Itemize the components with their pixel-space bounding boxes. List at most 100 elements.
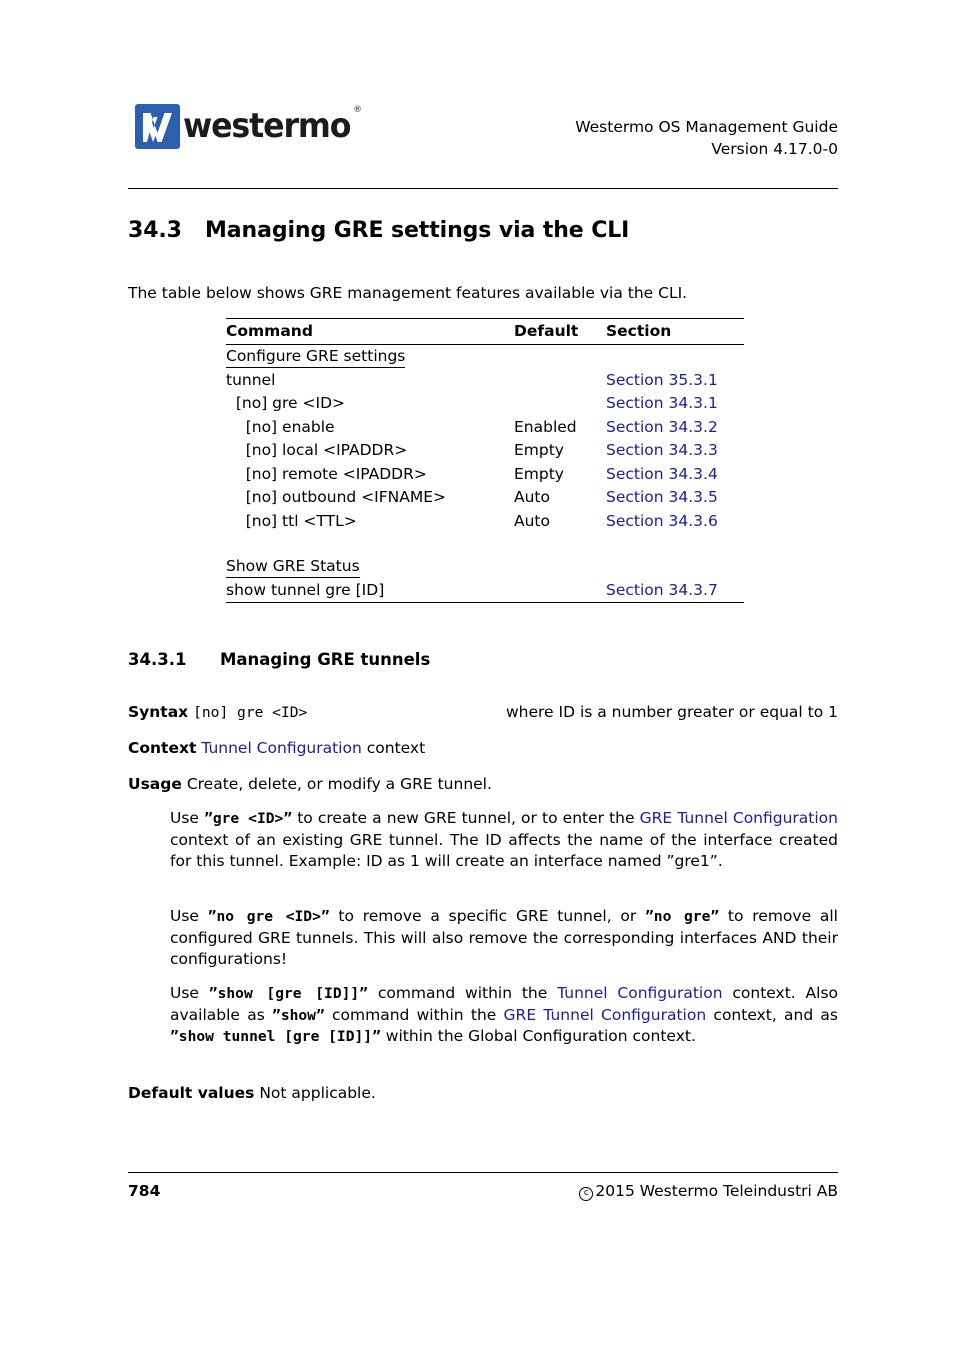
p3-text-4: command within the	[324, 1005, 504, 1024]
p3-text-5: context, and as	[706, 1005, 838, 1024]
p3-text-2: command within the	[367, 984, 558, 1002]
table-cell-default: Enabled	[514, 417, 577, 436]
table-row: show tunnel gre [ID] Section 34.3.7	[226, 579, 744, 603]
p3-text-1: Use	[170, 984, 209, 1002]
table-cell-section-link[interactable]: Section 34.3.5	[606, 486, 744, 510]
usage-paragraph-2: Use ”no gre <ID>” to remove a specific G…	[170, 906, 838, 971]
table-row: [no] remote <IPADDR> Empty Section 34.3.…	[226, 463, 744, 487]
header-title-line2: Version 4.17.0-0	[711, 140, 838, 158]
p1-command-1: ”gre <ID>”	[204, 810, 293, 827]
table-group-header-row: Configure GRE settings	[226, 345, 744, 369]
context-label: Context	[128, 739, 197, 757]
syntax-note: where ID is a number greater or equal to…	[505, 703, 838, 721]
table-cell-section-link[interactable]: Section 35.3.1	[606, 369, 744, 393]
table-header-default: Default	[514, 322, 579, 340]
section-title-text: Managing GRE settings via the CLI	[205, 218, 630, 243]
footer-page-number: 784	[128, 1182, 161, 1200]
table-cell-command: [no] local <IPADDR>	[226, 441, 408, 459]
p2-text-2: to remove a specific GRE tunnel, or	[329, 907, 646, 925]
gre-command-table: Command Default Section Configure GRE se…	[226, 318, 744, 603]
default-values-label: Default values	[128, 1084, 255, 1102]
usage-row: Usage Create, delete, or modify a GRE tu…	[128, 774, 838, 796]
syntax-row: Syntax [no] gre <ID> where ID is a numbe…	[128, 702, 838, 724]
table-cell-command: [no] enable	[226, 417, 335, 436]
p1-text-3: context of an existing GRE tunnel. The I…	[170, 830, 838, 871]
footer-copyright: c 2015 Westermo Teleindustri AB	[579, 1182, 838, 1201]
table-cell-default: Auto	[514, 511, 550, 530]
syntax-label: Syntax	[128, 703, 189, 721]
p1-link-1[interactable]: GRE Tunnel Configuration	[640, 809, 838, 827]
table-spacer	[226, 533, 744, 555]
page-footer: 784 c 2015 Westermo Teleindustri AB	[128, 1182, 838, 1206]
p2-command-2: ”no gre”	[645, 908, 720, 925]
table-header-command: Command	[226, 322, 313, 340]
table-group-header-row: Show GRE Status	[226, 555, 744, 579]
table-cell-command: [no] gre <ID>	[226, 394, 345, 412]
table-cell-section-link[interactable]: Section 34.3.1	[606, 392, 744, 416]
table-cell-section-link[interactable]: Section 34.3.6	[606, 510, 744, 534]
table-cell-default: Auto	[514, 488, 550, 506]
usage-summary: Create, delete, or modify a GRE tunnel.	[186, 775, 492, 793]
table-cell-command: tunnel	[226, 370, 276, 389]
p3-command-3: ”show tunnel [gre [ID]]”	[170, 1028, 381, 1045]
context-tail: context	[361, 739, 426, 757]
group-label-text: Show GRE Status	[226, 556, 360, 578]
registered-trademark-icon: ®	[353, 105, 361, 115]
table-row: [no] outbound <IFNAME> Auto Section 34.3…	[226, 486, 744, 510]
subsection-title-text: Managing GRE tunnels	[220, 650, 431, 669]
table-cell-command: [no] outbound <IFNAME>	[226, 488, 446, 506]
logo-word-text: westermo	[183, 106, 352, 146]
table-group-label-show: Show GRE Status	[226, 555, 514, 579]
default-values-text: Not applicable.	[259, 1084, 376, 1102]
table-cell-default: Empty	[514, 464, 564, 483]
header-divider	[128, 188, 838, 189]
table-row: [no] local <IPADDR> Empty Section 34.3.3	[226, 439, 744, 463]
p2-command-1: ”no gre <ID>”	[207, 908, 330, 925]
usage-paragraph-1: Use ”gre <ID>” to create a new GRE tunne…	[170, 808, 838, 873]
westermo-wordmark: westermo ®	[183, 104, 362, 149]
footer-copyright-text: 2015 Westermo Teleindustri AB	[595, 1182, 838, 1200]
p3-link-2[interactable]: GRE Tunnel Configuration	[504, 1006, 707, 1024]
table-cell-section-link[interactable]: Section 34.3.3	[606, 439, 744, 463]
table-cell-section-link[interactable]: Section 34.3.7	[606, 579, 744, 603]
p1-text-1: Use	[170, 809, 205, 827]
copyright-icon: c	[579, 1187, 594, 1201]
group-label-text: Configure GRE settings	[226, 346, 406, 368]
table-cell-command: [no] remote <IPADDR>	[226, 464, 427, 483]
footer-divider	[128, 1172, 838, 1173]
table-row: [no] enable Enabled Section 34.3.2	[226, 416, 744, 440]
section-intro-paragraph: The table below shows GRE management fea…	[128, 284, 688, 302]
table-cell-section-link[interactable]: Section 34.3.4	[606, 463, 744, 487]
table-bottom-rule	[226, 602, 744, 603]
table-header-section: Section	[606, 322, 672, 340]
p3-link-1[interactable]: Tunnel Configuration	[557, 984, 722, 1002]
header-title: Westermo OS Management Guide Version 4.1…	[575, 116, 838, 160]
p2-text-1: Use	[170, 907, 208, 925]
section-number: 34.3	[128, 218, 182, 243]
westermo-logo-mark-icon	[135, 104, 180, 149]
table-row: [no] ttl <TTL> Auto Section 34.3.6	[226, 510, 744, 534]
usage-paragraph-3: Use ”show [gre [ID]]” command within the…	[170, 983, 838, 1048]
default-values-row: Default values Not applicable.	[128, 1083, 838, 1105]
table-row: tunnel Section 35.3.1	[226, 369, 744, 393]
table-cell-command: [no] ttl <TTL>	[226, 511, 357, 530]
table-cell-section-link[interactable]: Section 34.3.2	[606, 416, 744, 440]
table-cell-command: show tunnel gre [ID]	[226, 580, 385, 599]
section-heading: 34.3 Managing GRE settings via the CLI	[128, 218, 629, 243]
document-page: westermo ® Westermo OS Management Guide V…	[128, 0, 838, 1350]
p3-command-1: ”show [gre [ID]]”	[208, 985, 368, 1002]
header-title-line1: Westermo OS Management Guide	[575, 118, 838, 136]
usage-label: Usage	[128, 775, 182, 793]
westermo-logo: westermo ®	[135, 104, 363, 149]
table-header-row: Command Default Section	[226, 319, 744, 344]
p1-text-2: to create a new GRE tunnel, or to enter …	[292, 809, 640, 827]
p3-command-2: ”show”	[272, 1006, 325, 1024]
subsection-heading: 34.3.1 Managing GRE tunnels	[128, 650, 430, 669]
context-link[interactable]: Tunnel Configuration	[201, 739, 361, 757]
subsection-number: 34.3.1	[128, 650, 187, 669]
context-row: Context Tunnel Configuration context	[128, 738, 838, 760]
p3-text-6: within the Global Configuration context.	[380, 1027, 696, 1045]
table-row: [no] gre <ID> Section 34.3.1	[226, 392, 744, 416]
syntax-command: [no] gre <ID>	[193, 704, 308, 721]
table-cell-default: Empty	[514, 441, 564, 459]
